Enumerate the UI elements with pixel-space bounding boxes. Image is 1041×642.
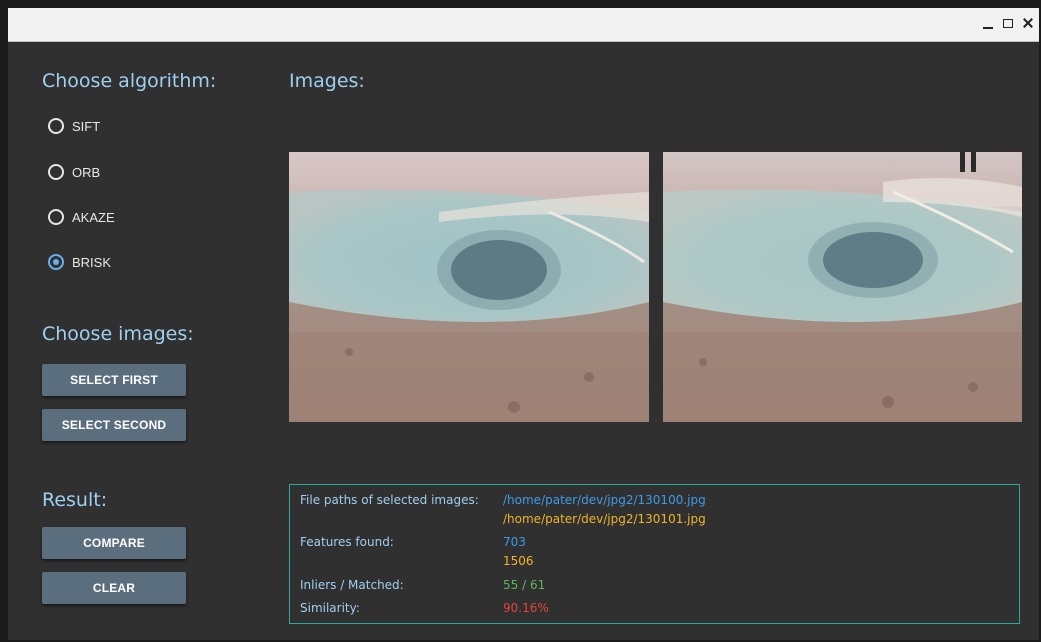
first-image — [289, 152, 649, 422]
algorithm-heading: Choose algorithm: — [42, 70, 217, 92]
radio-button-icon[interactable] — [48, 164, 64, 180]
window-controls — [981, 16, 1035, 30]
result-heading: Result: — [42, 489, 108, 511]
clear-button[interactable]: CLEAR — [42, 572, 186, 604]
select-first-button[interactable]: SELECT FIRST — [42, 364, 186, 396]
second-features-value: 1506 — [503, 554, 534, 568]
radio-label: SIFT — [72, 118, 101, 134]
first-features-value: 703 — [503, 535, 526, 549]
features-label: Features found: — [300, 535, 394, 549]
inliers-value: 55 / 61 — [503, 578, 546, 592]
radio-label: AKAZE — [72, 209, 115, 225]
radio-button-icon[interactable] — [48, 209, 64, 225]
result-panel: File paths of selected images: /home/pat… — [289, 484, 1020, 624]
paths-label: File paths of selected images: — [300, 493, 479, 507]
first-path-value: /home/pater/dev/jpg2/130100.jpg — [503, 493, 706, 507]
similarity-value: 90.16% — [503, 601, 549, 615]
radio-label: ORB — [72, 164, 101, 180]
radio-brisk[interactable]: BRISK — [48, 254, 111, 270]
compare-button[interactable]: COMPARE — [42, 527, 186, 559]
minimize-icon[interactable] — [981, 16, 995, 30]
radio-button-checked-icon[interactable] — [48, 254, 64, 270]
images-heading: Images: — [289, 70, 365, 92]
close-icon[interactable] — [1021, 16, 1035, 30]
radio-label: BRISK — [72, 254, 112, 270]
images-chooser-heading: Choose images: — [42, 323, 194, 345]
second-path-value: /home/pater/dev/jpg2/130101.jpg — [503, 512, 706, 526]
radio-sift[interactable]: SIFT — [48, 118, 100, 134]
inliers-label: Inliers / Matched: — [300, 578, 404, 592]
select-second-button[interactable]: SELECT SECOND — [42, 409, 186, 441]
radio-button-icon[interactable] — [48, 118, 64, 134]
title-bar — [8, 8, 1039, 42]
maximize-icon[interactable] — [1001, 16, 1015, 30]
second-image — [663, 152, 1022, 422]
similarity-label: Similarity: — [300, 601, 360, 615]
radio-akaze[interactable]: AKAZE — [48, 209, 115, 225]
radio-orb[interactable]: ORB — [48, 164, 100, 180]
